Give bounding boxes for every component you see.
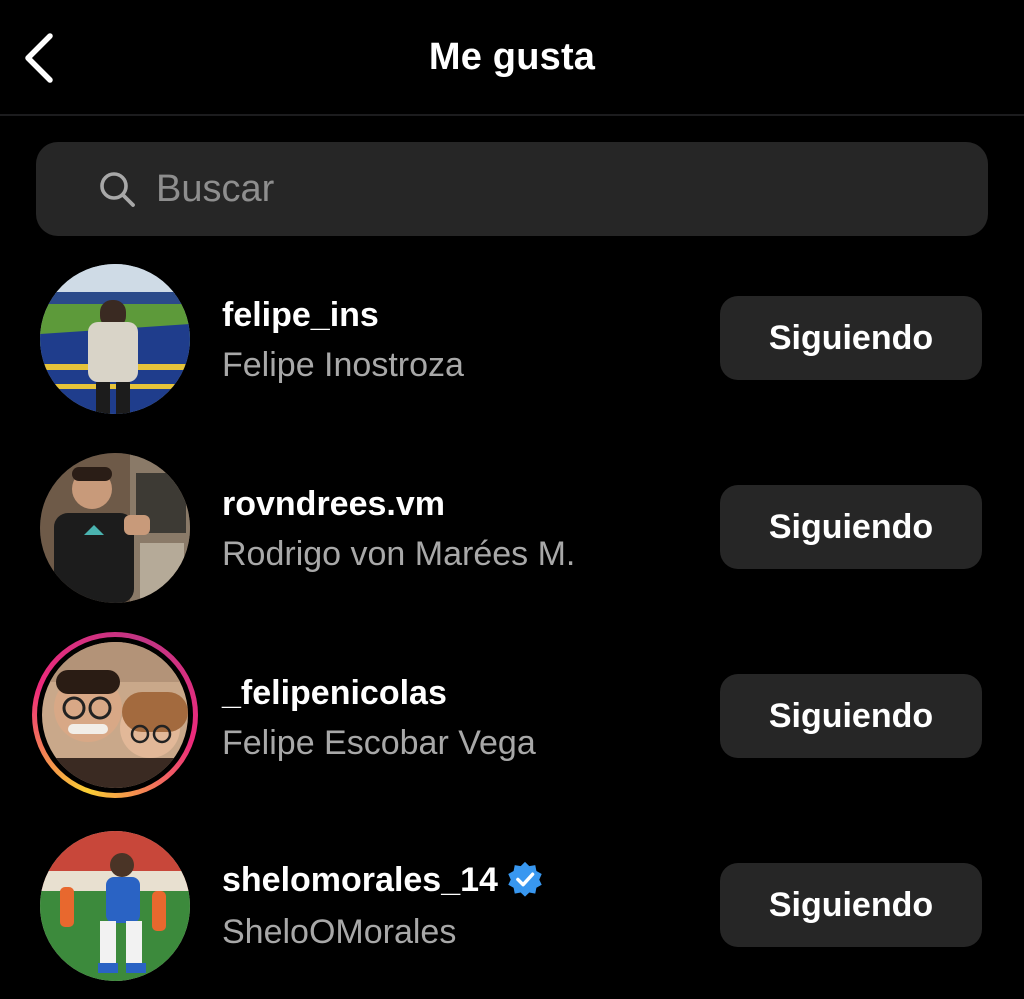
username[interactable]: shelomorales_14 — [222, 861, 544, 901]
list-item[interactable]: shelomorales_14 SheloOMorales Siguiendo — [0, 831, 1024, 999]
username[interactable]: _felipenicolas — [222, 674, 447, 713]
following-button[interactable]: Siguiendo — [720, 863, 982, 947]
header-bar: Me gusta — [0, 0, 1024, 116]
page-title: Me gusta — [428, 36, 596, 78]
full-name: Felipe Inostroza — [222, 346, 464, 384]
username[interactable]: felipe_ins — [222, 296, 379, 335]
avatar[interactable] — [40, 453, 190, 603]
avatar-with-story-ring[interactable] — [32, 632, 198, 798]
search-bar[interactable] — [36, 142, 988, 236]
username-text: felipe_ins — [222, 296, 379, 334]
following-button[interactable]: Siguiendo — [720, 296, 982, 380]
avatar[interactable] — [40, 264, 190, 414]
full-name: Felipe Escobar Vega — [222, 724, 536, 762]
verified-badge-icon — [508, 861, 542, 897]
list-item[interactable]: felipe_ins Felipe Inostroza Siguiendo — [0, 264, 1024, 434]
username-text: shelomorales_14 — [222, 861, 498, 899]
profile-photo — [40, 264, 190, 414]
likes-screen: Me gusta Buscar felipe_ins Felipe Inostr… — [0, 0, 1024, 999]
search-icon — [100, 172, 135, 207]
full-name: SheloOMorales — [222, 913, 457, 951]
username-text: rovndrees.vm — [222, 485, 445, 523]
following-button[interactable]: Siguiendo — [720, 674, 982, 758]
avatar[interactable] — [40, 831, 190, 981]
profile-photo — [40, 453, 190, 603]
list-item[interactable]: _felipenicolas Felipe Escobar Vega Sigui… — [0, 632, 1024, 802]
search-input[interactable] — [156, 160, 956, 218]
username[interactable]: rovndrees.vm — [222, 485, 445, 524]
full-name: Rodrigo von Marées M. — [222, 535, 576, 573]
following-button[interactable]: Siguiendo — [720, 485, 982, 569]
profile-photo — [42, 642, 188, 788]
list-item[interactable]: rovndrees.vm Rodrigo von Marées M. Sigui… — [0, 453, 1024, 623]
username-text: _felipenicolas — [222, 674, 447, 712]
profile-photo — [40, 831, 190, 981]
